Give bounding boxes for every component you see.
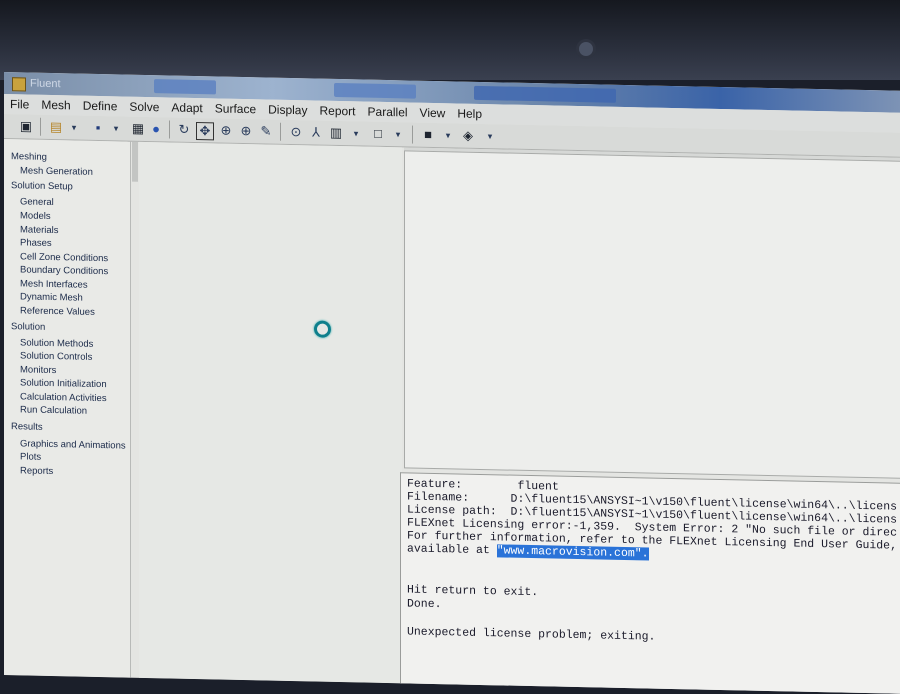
- colormap-icon[interactable]: ■: [420, 127, 436, 143]
- chevron-down-icon[interactable]: ▾: [66, 119, 82, 135]
- background-tab[interactable]: [334, 82, 416, 99]
- menu-solve[interactable]: Solve: [123, 97, 165, 115]
- tree-item-calculation-activities[interactable]: Calculation Activities: [20, 391, 107, 404]
- chevron-down-icon[interactable]: ▾: [108, 120, 124, 136]
- help-icon[interactable]: ●: [148, 121, 164, 137]
- tree-item-general[interactable]: General: [20, 196, 54, 208]
- tree-item-plots[interactable]: Plots: [20, 451, 41, 462]
- tree-item-solution-methods[interactable]: Solution Methods: [20, 337, 93, 350]
- tree-group-solution-setup[interactable]: Solution Setup: [11, 180, 73, 192]
- console-line-hit-return: Hit return to exit.: [407, 583, 539, 600]
- tree-item-materials[interactable]: Materials: [20, 224, 59, 236]
- menu-adapt[interactable]: Adapt: [165, 97, 208, 116]
- axes-icon[interactable]: ⅄: [308, 124, 324, 140]
- tree-item-solution-controls[interactable]: Solution Controls: [20, 350, 92, 363]
- tree-item-mesh-generation[interactable]: Mesh Generation: [20, 165, 93, 178]
- menu-view[interactable]: View: [414, 103, 452, 121]
- console-line-done: Done.: [407, 597, 442, 612]
- zoom-in-icon[interactable]: ⊕: [238, 123, 254, 139]
- chevron-down-icon[interactable]: ▾: [348, 125, 364, 141]
- views-icon[interactable]: ▥: [328, 125, 344, 141]
- laptop-bezel: [0, 0, 900, 80]
- zoom-to-fit-icon[interactable]: ⊙: [288, 124, 304, 140]
- layout-icon[interactable]: □: [370, 126, 386, 142]
- tree-item-mesh-interfaces[interactable]: Mesh Interfaces: [20, 278, 88, 290]
- chevron-down-icon[interactable]: ▾: [390, 126, 406, 142]
- zoom-icon[interactable]: ⊕: [218, 122, 234, 138]
- fluent-app-icon: [12, 77, 26, 92]
- tree-item-phases[interactable]: Phases: [20, 237, 52, 249]
- busy-spinner-icon: [314, 320, 331, 338]
- graphics-window[interactable]: [404, 150, 900, 479]
- fluent-window: Fluent File Mesh Define Solve Adapt Surface Di…: [4, 72, 900, 694]
- tree-item-dynamic-mesh[interactable]: Dynamic Mesh: [20, 291, 83, 303]
- console-output[interactable]: Feature: fluent Filename: D:\fluent15\AN…: [400, 472, 900, 694]
- menu-report[interactable]: Report: [313, 100, 361, 119]
- probe-icon[interactable]: ✎: [258, 123, 274, 139]
- tree-group-solution[interactable]: Solution: [11, 321, 45, 333]
- tree-item-boundary-conditions[interactable]: Boundary Conditions: [20, 264, 108, 277]
- console-line-unexpected: Unexpected license problem; exiting.: [407, 625, 656, 644]
- rotate-icon[interactable]: ↻: [176, 122, 192, 138]
- render-icon[interactable]: ◈: [460, 128, 476, 144]
- tree-group-meshing[interactable]: Meshing: [11, 151, 47, 163]
- tree-scrollbar[interactable]: [132, 141, 138, 182]
- menu-surface[interactable]: Surface: [209, 98, 262, 116]
- read-icon[interactable]: ▤: [48, 119, 64, 135]
- chevron-down-icon[interactable]: ▾: [440, 127, 456, 143]
- menu-display[interactable]: Display: [262, 99, 313, 118]
- tree-group-results[interactable]: Results: [11, 421, 43, 433]
- print-icon[interactable]: ▦: [130, 121, 146, 137]
- tree-item-monitors[interactable]: Monitors: [20, 364, 56, 376]
- menu-help[interactable]: Help: [451, 103, 488, 121]
- translate-icon[interactable]: ✥: [196, 122, 214, 141]
- menu-file[interactable]: File: [4, 94, 35, 112]
- menu-mesh[interactable]: Mesh: [35, 95, 76, 113]
- save-icon[interactable]: ▪: [90, 120, 106, 136]
- webcam-icon: [579, 42, 593, 56]
- tree-item-cell-zone-conditions[interactable]: Cell Zone Conditions: [20, 251, 108, 264]
- tree-item-run-calculation[interactable]: Run Calculation: [20, 404, 87, 416]
- chevron-down-icon[interactable]: ▾: [482, 128, 498, 144]
- menu-define[interactable]: Define: [77, 96, 124, 114]
- background-tab[interactable]: [154, 79, 216, 95]
- menu-parallel[interactable]: Parallel: [362, 101, 414, 120]
- window-title: Fluent: [30, 77, 61, 91]
- tree-item-models[interactable]: Models: [20, 210, 51, 222]
- background-tab[interactable]: [474, 85, 616, 103]
- tree-item-reports[interactable]: Reports: [20, 465, 53, 477]
- navigation-tree: Meshing Mesh Generation Solution Setup G…: [4, 139, 131, 678]
- tree-item-solution-initialization[interactable]: Solution Initialization: [20, 377, 107, 390]
- tree-item-graphics-and-animations[interactable]: Graphics and Animations: [20, 438, 126, 451]
- open-icon[interactable]: ▣: [18, 118, 34, 134]
- task-page-area: [139, 141, 402, 684]
- tree-item-reference-values[interactable]: Reference Values: [20, 305, 95, 318]
- macrovision-link[interactable]: "www.macrovision.com".: [496, 544, 649, 561]
